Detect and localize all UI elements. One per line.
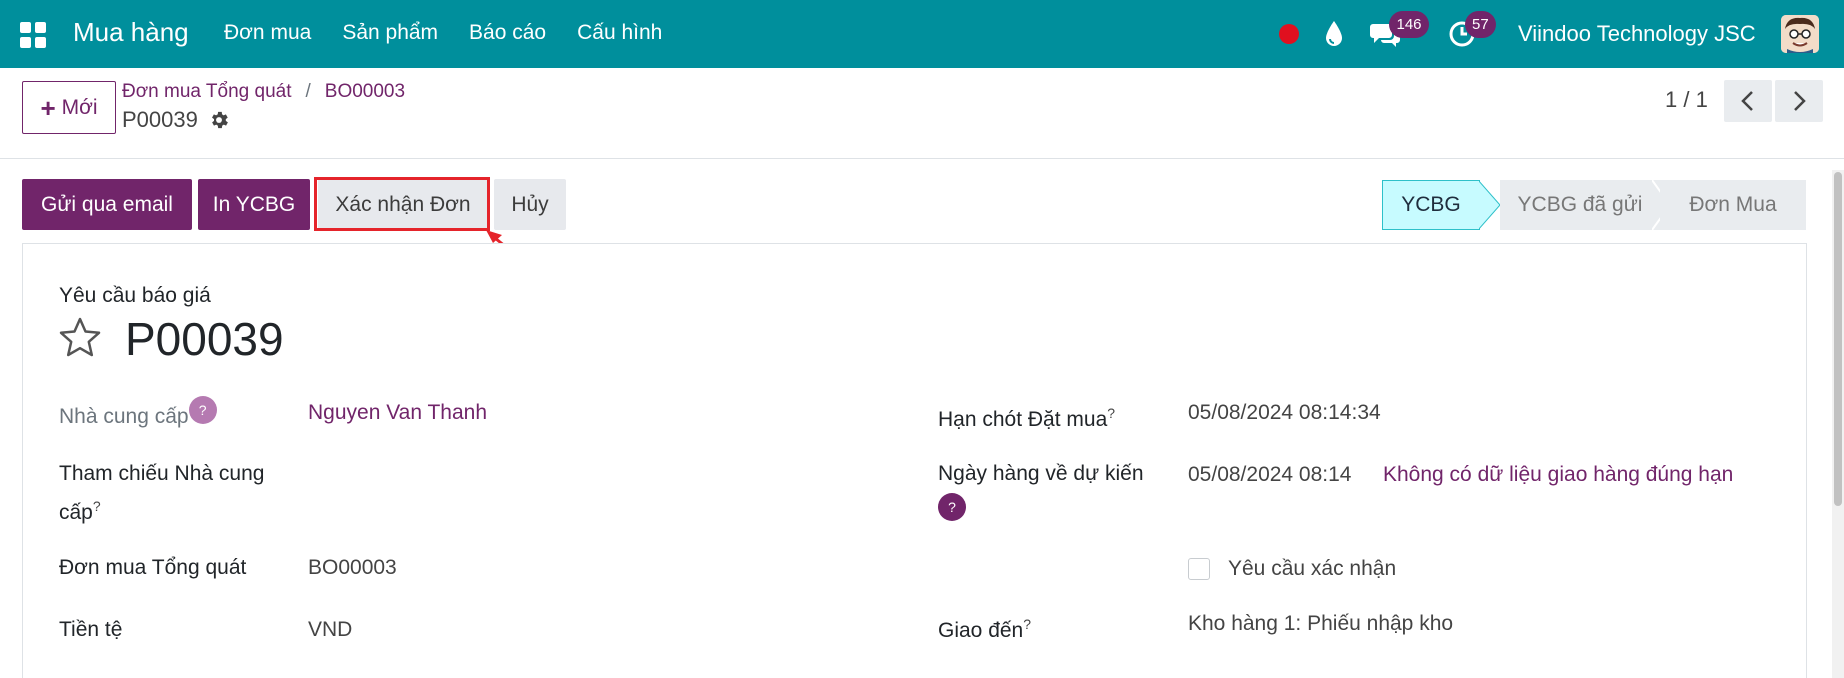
annotation-highlight-box	[314, 177, 490, 231]
stage-rfq-sent[interactable]: YCBG đã gửi	[1500, 180, 1660, 230]
main-menu: Đơn mua Sản phẩm Báo cáo Cấu hình	[224, 21, 662, 45]
expected-arrival-label-text: Ngày hàng về dự kiến	[938, 462, 1144, 485]
record-name-label: P00039	[122, 107, 198, 132]
currency-label: Tiền tệ	[59, 618, 123, 641]
cancel-button[interactable]: Hủy	[494, 179, 566, 230]
record-dot-icon[interactable]	[1279, 24, 1299, 44]
order-deadline-field[interactable]: 05/08/2024 08:14:34	[1188, 397, 1381, 429]
top-navbar: Mua hàng Đơn mua Sản phẩm Báo cáo Cấu hì…	[0, 0, 1844, 68]
pager-next-button[interactable]	[1775, 80, 1823, 122]
help-icon[interactable]: ?	[188, 396, 217, 424]
blanket-order-field[interactable]: BO00003	[308, 552, 397, 584]
breadcrumb: Đơn mua Tổng quát / BO00003	[122, 81, 405, 103]
vendor-reference-label-text: cấp	[59, 501, 93, 524]
vendor-reference-label: Tham chiếu Nhà cung cấp?	[59, 458, 264, 529]
menu-item-reports[interactable]: Báo cáo	[469, 21, 546, 45]
order-deadline-label-text: Hạn chót Đặt mua	[938, 408, 1108, 431]
breadcrumb-blanket-order[interactable]: BO00003	[325, 81, 405, 103]
help-marker[interactable]: ?	[1023, 616, 1031, 632]
currency-field[interactable]: VND	[308, 614, 352, 646]
deliver-to-label-text: Giao đến	[938, 619, 1024, 642]
chevron-left-icon	[1741, 91, 1753, 111]
expected-arrival-label: Ngày hàng về dự kiến ?	[938, 458, 1144, 522]
help-marker[interactable]: ?	[93, 498, 101, 514]
send-email-button[interactable]: Gửi qua email	[22, 179, 192, 230]
breadcrumb-separator: /	[305, 81, 311, 102]
vendor-label: Nhà cung cấp?	[59, 396, 217, 433]
help-marker[interactable]: ?	[1107, 405, 1115, 421]
stage-rfq[interactable]: YCBG	[1382, 180, 1480, 230]
activity-count-badge: 57	[1465, 11, 1496, 38]
new-button[interactable]: + Mới	[22, 81, 116, 134]
pager-value[interactable]: 1 / 1	[1665, 87, 1708, 113]
company-switcher[interactable]: Viindoo Technology JSC	[1518, 21, 1756, 47]
plus-icon: +	[40, 92, 56, 123]
help-icon[interactable]: ?	[938, 493, 966, 521]
chat-count-badge: 146	[1389, 11, 1429, 38]
pager-previous-button[interactable]	[1724, 80, 1772, 122]
record-name: P00039	[122, 107, 230, 133]
drop-icon[interactable]	[1323, 19, 1345, 49]
on-time-delivery-note: Không có dữ liệu giao hàng đúng hạn	[1383, 463, 1734, 486]
stage-purchase-order[interactable]: Đơn Mua	[1660, 180, 1806, 230]
chevron-right-icon	[1794, 91, 1806, 111]
stage-arrow	[1478, 180, 1501, 230]
expected-arrival-field[interactable]: 05/08/2024 08:14	[1188, 459, 1352, 491]
ask-confirmation-label[interactable]: Yêu cầu xác nhận	[1228, 553, 1396, 585]
vendor-label-text: Nhà cung cấp	[59, 405, 189, 428]
app-title[interactable]: Mua hàng	[73, 17, 189, 48]
control-panel-divider	[0, 158, 1844, 159]
apps-icon[interactable]	[20, 22, 46, 48]
gear-icon[interactable]	[208, 109, 230, 131]
new-button-label: Mới	[61, 95, 98, 119]
deliver-to-field[interactable]: Kho hàng 1: Phiếu nhập kho	[1188, 608, 1453, 640]
order-deadline-label: Hạn chót Đặt mua?	[938, 397, 1115, 436]
blanket-order-label: Đơn mua Tổng quát	[59, 556, 247, 579]
form-title: P00039	[125, 313, 284, 365]
print-rfq-button[interactable]: In YCBG	[198, 179, 310, 230]
breadcrumb-parent[interactable]: Đơn mua Tổng quát	[122, 81, 292, 103]
ask-confirmation-checkbox[interactable]	[1188, 558, 1210, 580]
menu-item-configuration[interactable]: Cấu hình	[577, 21, 662, 45]
vendor-reference-label-line2: cấp?	[59, 490, 264, 529]
form-subtitle: Yêu cầu báo giá	[59, 284, 211, 307]
vendor-field[interactable]: Nguyen Van Thanh	[308, 397, 487, 429]
menu-item-purchase-orders[interactable]: Đơn mua	[224, 21, 311, 45]
star-icon[interactable]	[58, 316, 102, 358]
vendor-reference-label-line1: Tham chiếu Nhà cung	[59, 462, 265, 485]
menu-item-products[interactable]: Sản phẩm	[342, 21, 438, 45]
avatar[interactable]	[1781, 15, 1819, 53]
scrollbar-thumb[interactable]	[1834, 172, 1842, 506]
vendor-reference-field[interactable]	[308, 458, 908, 490]
deliver-to-label: Giao đến?	[938, 608, 1031, 647]
